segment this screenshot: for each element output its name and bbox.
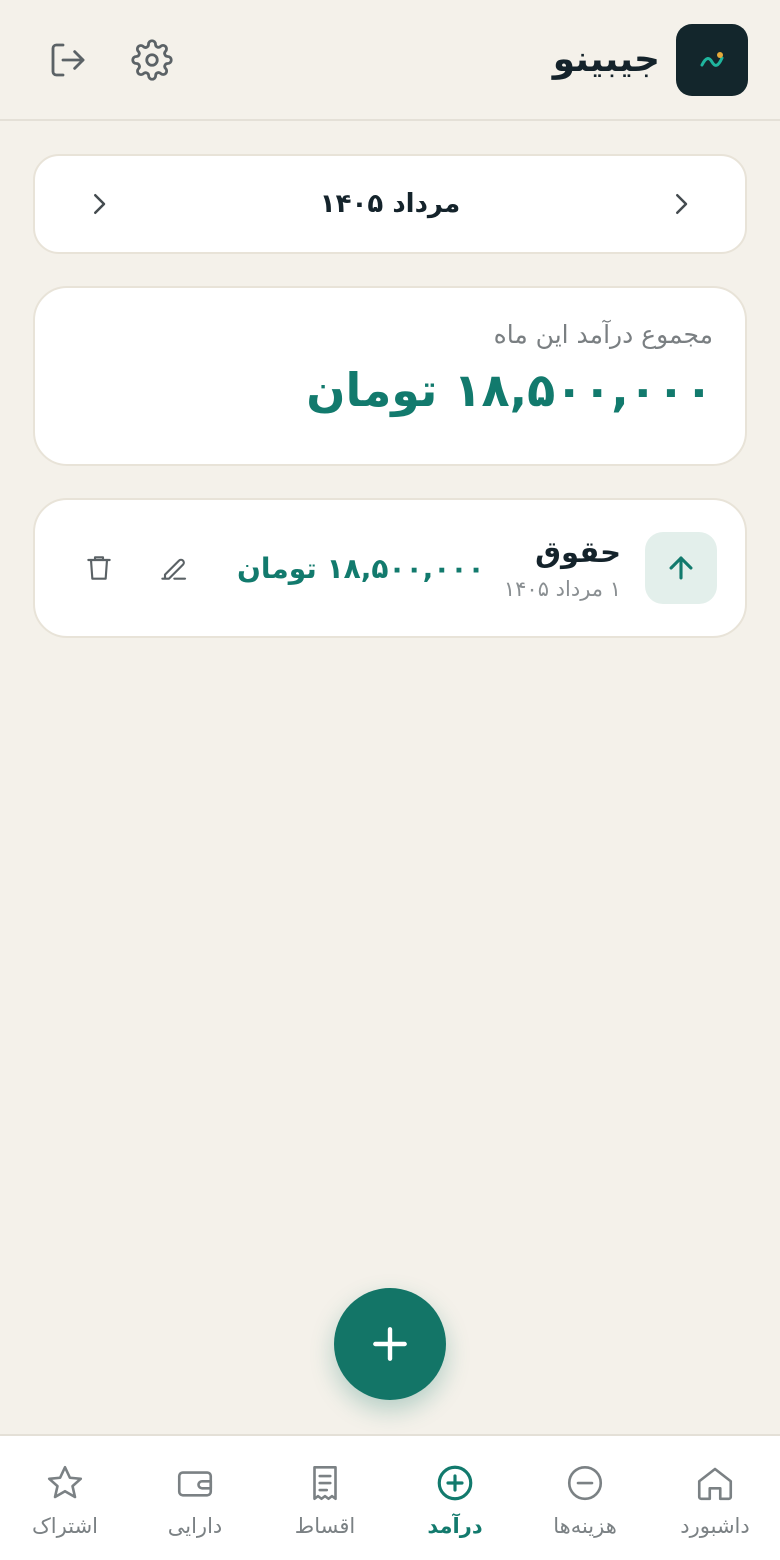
plus-circle-icon <box>437 1465 473 1501</box>
app-header: جیبینو <box>0 0 780 121</box>
delete-button[interactable] <box>75 544 123 592</box>
logout-icon <box>51 43 85 76</box>
nav-item-subscription[interactable]: اشتراک <box>0 1458 130 1538</box>
nav-label: داشبورد <box>680 1514 750 1538</box>
nav-item-assets[interactable]: دارایی <box>130 1458 260 1538</box>
nav-label: اشتراک <box>32 1514 98 1538</box>
income-list-item[interactable]: حقوق ۱ مرداد ۱۴۰۵ ۱۸,۵۰۰,۰۰۰ تومان <box>33 498 747 638</box>
nav-item-dashboard[interactable]: داشبورد <box>650 1458 780 1538</box>
bottom-navigation: داشبورد هزینه‌ها درآمد اقساط <box>0 1434 780 1560</box>
nav-label: دارایی <box>167 1514 223 1538</box>
income-screen: جیبینو مرداد ۱۴۰۵ مجموع درآمد این ماه ۱۸… <box>0 0 780 1560</box>
receipt-icon <box>313 1465 337 1501</box>
app-name: جیبینو <box>552 39 660 80</box>
arrow-up-icon <box>669 556 693 580</box>
month-selector: مرداد ۱۴۰۵ <box>33 154 747 254</box>
home-icon <box>697 1467 733 1501</box>
chevron-right-icon <box>676 194 688 214</box>
plus-icon <box>373 1327 407 1361</box>
brand: جیبینو <box>552 23 748 96</box>
income-type-badge <box>645 532 717 604</box>
logo-trend-icon <box>700 51 724 67</box>
edit-button[interactable] <box>149 544 197 592</box>
header-actions <box>44 36 176 84</box>
nav-item-expenses[interactable]: هزینه‌ها <box>520 1458 650 1538</box>
income-item-text: حقوق ۱ مرداد ۱۴۰۵ <box>504 535 621 601</box>
summary-total: ۱۸,۵۰۰,۰۰۰ تومان <box>306 363 713 417</box>
summary-label: مجموع درآمد این ماه <box>493 320 713 349</box>
gear-icon <box>131 38 173 81</box>
logout-button[interactable] <box>44 36 92 84</box>
nav-item-income[interactable]: درآمد <box>390 1458 520 1538</box>
monthly-income-summary: مجموع درآمد این ماه ۱۸,۵۰۰,۰۰۰ تومان <box>33 286 747 466</box>
settings-button[interactable] <box>128 36 176 84</box>
wallet-icon <box>177 1471 213 1497</box>
pencil-icon <box>161 558 187 580</box>
add-income-button[interactable] <box>334 1288 446 1400</box>
nav-item-installments[interactable]: اقساط <box>260 1458 390 1538</box>
app-logo <box>676 23 748 96</box>
nav-label: هزینه‌ها <box>553 1514 617 1538</box>
nav-label: اقساط <box>294 1514 356 1538</box>
month-label: مرداد ۱۴۰۵ <box>319 189 461 219</box>
nav-label: درآمد <box>427 1514 483 1538</box>
next-month-button[interactable] <box>75 180 123 228</box>
star-icon <box>47 1465 83 1499</box>
trash-icon <box>87 556 111 580</box>
chevron-right-icon <box>94 194 106 214</box>
income-item-title: حقوق <box>535 535 621 569</box>
income-item-actions <box>75 544 197 592</box>
income-item-amount: ۱۸,۵۰۰,۰۰۰ تومان <box>237 551 485 585</box>
previous-month-button[interactable] <box>657 180 705 228</box>
income-item-date: ۱ مرداد ۱۴۰۵ <box>503 577 621 601</box>
minus-circle-icon <box>567 1465 603 1501</box>
